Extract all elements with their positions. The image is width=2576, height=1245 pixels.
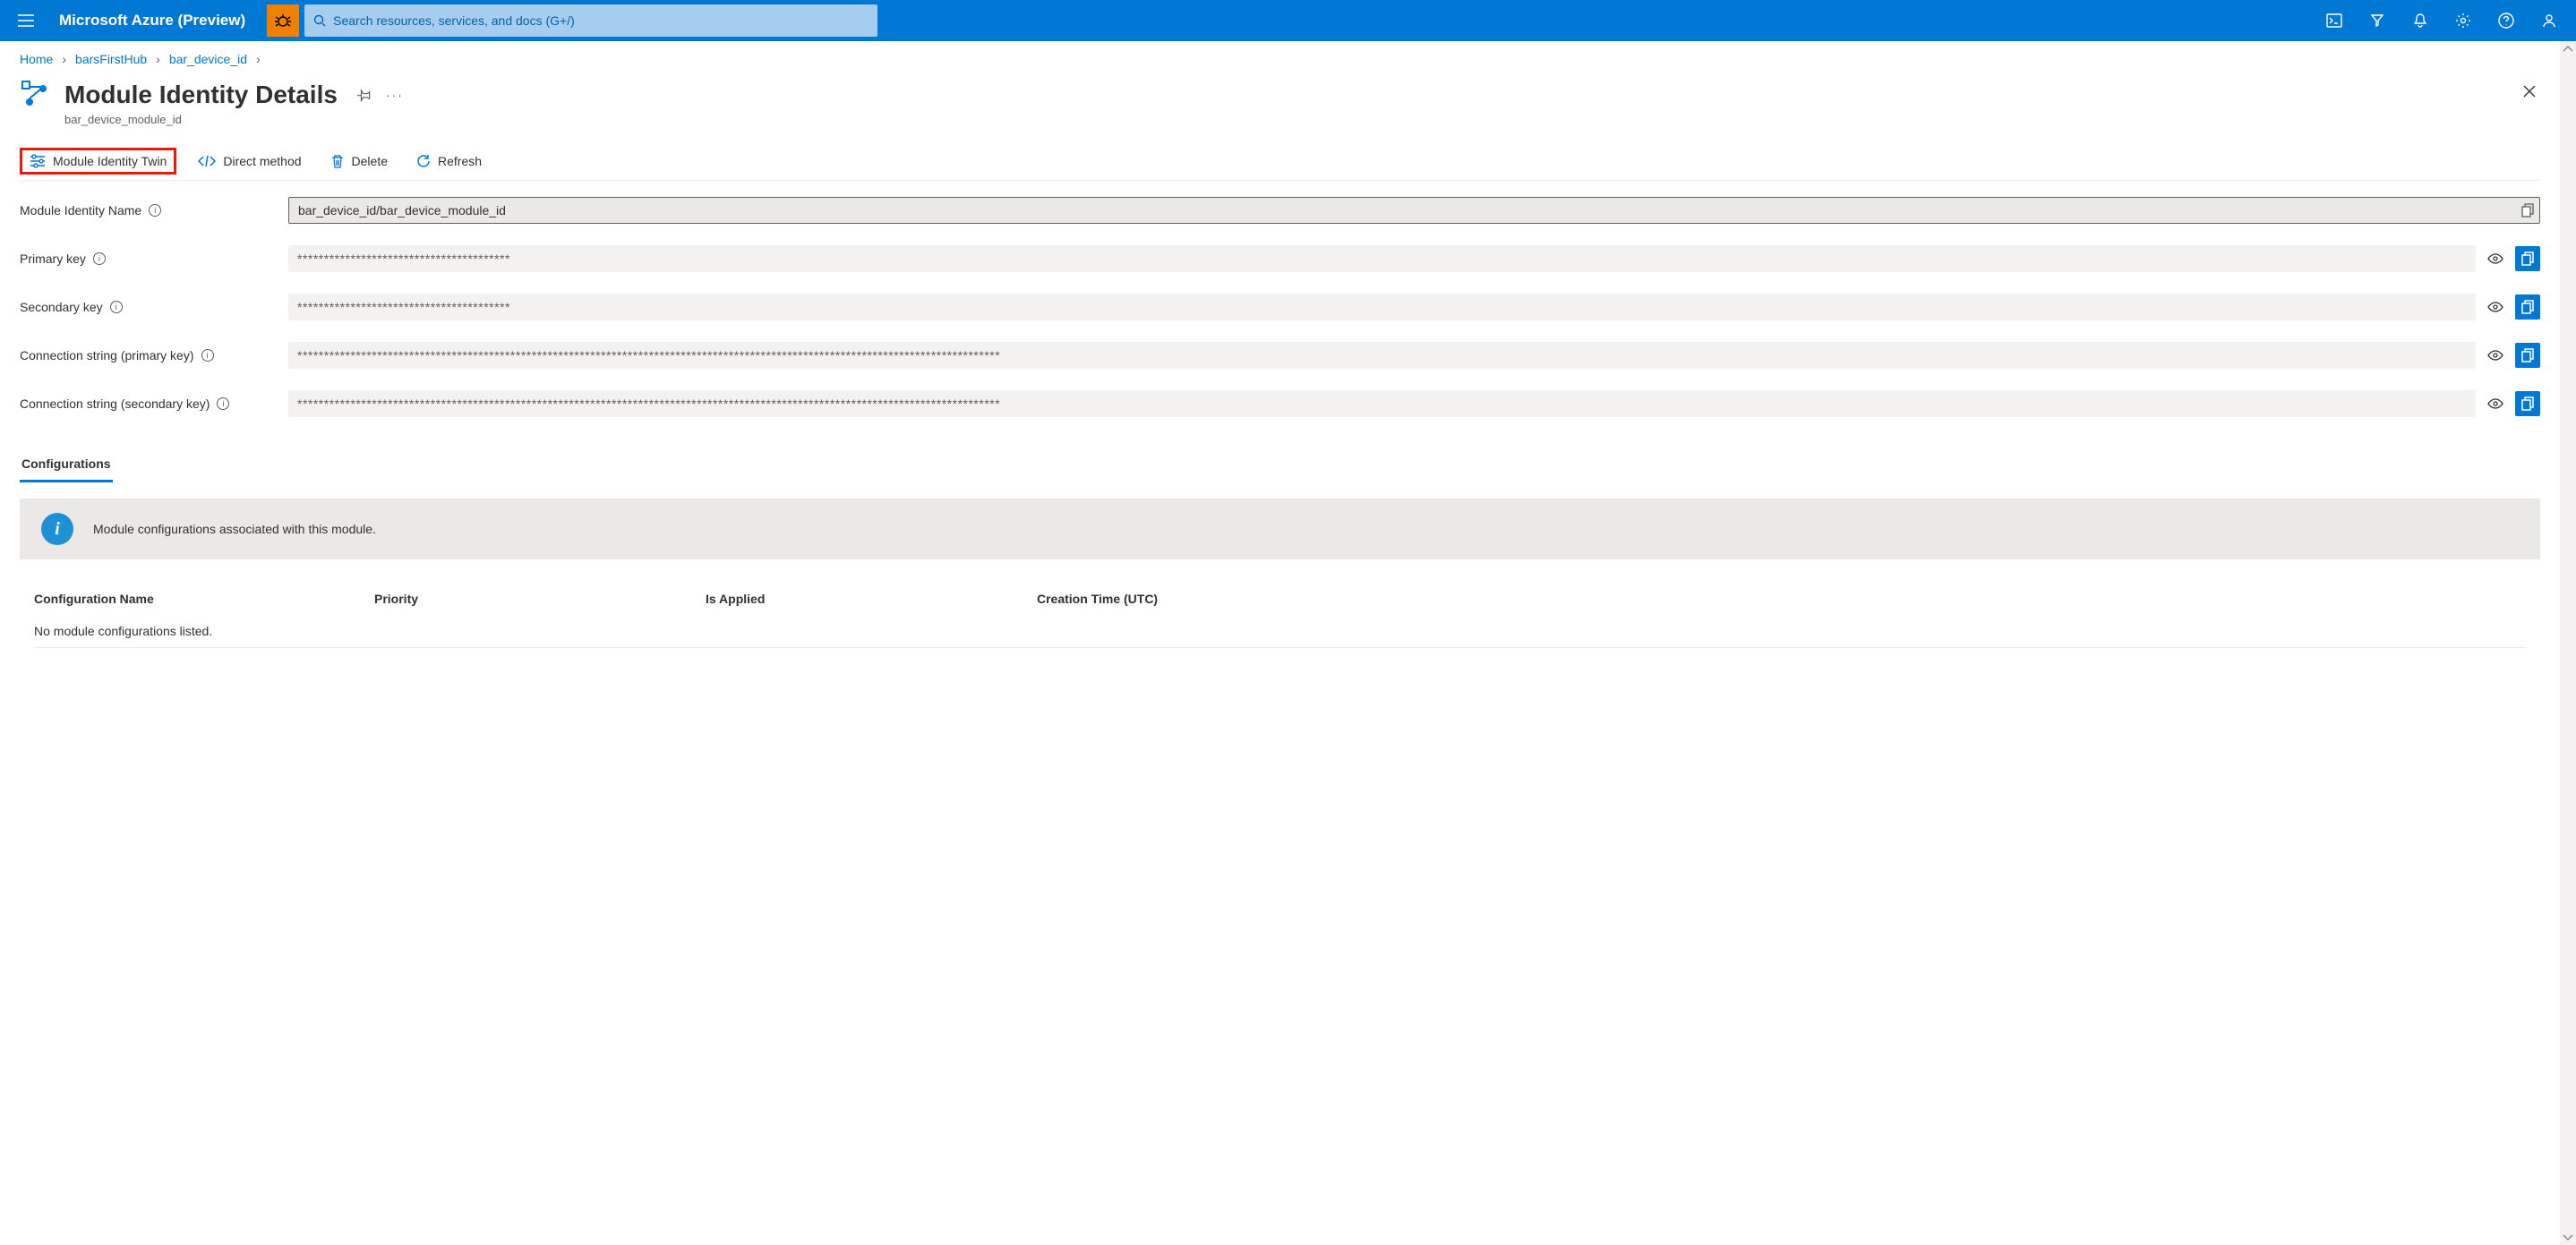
- reveal-icon[interactable]: [2483, 246, 2508, 271]
- reveal-icon[interactable]: [2483, 343, 2508, 368]
- copy-button[interactable]: [2515, 343, 2540, 368]
- help-icon[interactable]: [2486, 1, 2526, 40]
- tab-configurations[interactable]: Configurations: [20, 449, 113, 482]
- feedback-icon[interactable]: [2529, 1, 2569, 40]
- empty-state-text: No module configurations listed.: [34, 624, 374, 638]
- brand-text: Microsoft Azure (Preview): [59, 12, 245, 30]
- col-header-name[interactable]: Configuration Name: [34, 592, 374, 606]
- info-icon[interactable]: i: [217, 397, 229, 410]
- conn-secondary-field[interactable]: ****************************************…: [288, 390, 2476, 417]
- copy-button[interactable]: [2515, 294, 2540, 320]
- page-title: Module Identity Details: [64, 81, 338, 109]
- search-icon: [313, 14, 326, 27]
- breadcrumb-hub[interactable]: barsFirstHub: [75, 52, 147, 66]
- module-name-field[interactable]: bar_device_id/bar_device_module_id: [288, 197, 2540, 224]
- info-icon[interactable]: i: [201, 349, 214, 362]
- menu-icon[interactable]: [7, 2, 45, 39]
- breadcrumb-device[interactable]: bar_device_id: [169, 52, 247, 66]
- info-icon[interactable]: i: [110, 301, 123, 313]
- info-icon[interactable]: i: [93, 252, 106, 265]
- code-icon: [198, 155, 216, 167]
- cloud-shell-icon[interactable]: [2315, 1, 2354, 40]
- copy-button[interactable]: [2515, 391, 2540, 416]
- module-identity-icon: [20, 79, 52, 111]
- table-header: Configuration Name Priority Is Applied C…: [34, 583, 2526, 615]
- reveal-icon[interactable]: [2483, 294, 2508, 320]
- info-banner: i Module configurations associated with …: [20, 499, 2540, 559]
- col-header-time[interactable]: Creation Time (UTC): [1037, 592, 2526, 606]
- pin-icon[interactable]: [357, 88, 372, 102]
- more-icon[interactable]: ···: [386, 88, 404, 102]
- primary-key-field[interactable]: ****************************************: [288, 245, 2476, 272]
- toolbar-label: Direct method: [223, 154, 301, 168]
- col-header-priority[interactable]: Priority: [374, 592, 706, 606]
- search-box[interactable]: [304, 4, 877, 37]
- close-icon[interactable]: [2519, 81, 2540, 102]
- chevron-right-icon: ›: [256, 52, 261, 66]
- preview-bug-icon[interactable]: [267, 4, 299, 37]
- toolbar-label: Delete: [352, 154, 388, 168]
- page-subtitle: bar_device_module_id: [64, 113, 2540, 126]
- chevron-right-icon: ›: [156, 52, 160, 66]
- secondary-key-field[interactable]: ****************************************: [288, 294, 2476, 320]
- breadcrumb-home[interactable]: Home: [20, 52, 53, 66]
- info-icon: i: [41, 513, 73, 545]
- chevron-right-icon: ›: [62, 52, 66, 66]
- info-icon[interactable]: i: [149, 204, 161, 217]
- table-row: No module configurations listed.: [34, 615, 2526, 648]
- breadcrumb: Home › barsFirstHub › bar_device_id ›: [20, 52, 2540, 66]
- field-label-conn-primary: Connection string (primary key) i: [20, 348, 288, 362]
- reveal-icon[interactable]: [2483, 391, 2508, 416]
- scrollbar[interactable]: [2560, 41, 2576, 1245]
- trash-icon: [330, 154, 345, 168]
- field-label-module-name: Module Identity Name i: [20, 203, 288, 217]
- col-header-applied[interactable]: Is Applied: [706, 592, 1037, 606]
- conn-primary-field[interactable]: ****************************************…: [288, 342, 2476, 369]
- field-label-conn-secondary: Connection string (secondary key) i: [20, 397, 288, 411]
- delete-button[interactable]: Delete: [323, 150, 395, 172]
- directory-filter-icon[interactable]: [2358, 1, 2397, 40]
- toolbar-label: Refresh: [438, 154, 482, 168]
- banner-text: Module configurations associated with th…: [93, 522, 376, 536]
- search-input[interactable]: [333, 13, 869, 28]
- refresh-icon: [416, 154, 431, 168]
- notifications-icon[interactable]: [2401, 1, 2440, 40]
- direct-method-button[interactable]: Direct method: [191, 150, 308, 172]
- field-label-secondary-key: Secondary key i: [20, 300, 288, 314]
- copy-button[interactable]: [2515, 246, 2540, 271]
- field-label-primary-key: Primary key i: [20, 252, 288, 266]
- copy-icon[interactable]: [2521, 203, 2534, 217]
- settings-icon[interactable]: [2443, 1, 2483, 40]
- module-identity-twin-button[interactable]: Module Identity Twin: [20, 148, 176, 175]
- toolbar-label: Module Identity Twin: [53, 154, 167, 168]
- refresh-button[interactable]: Refresh: [409, 150, 489, 172]
- sliders-icon: [30, 154, 46, 168]
